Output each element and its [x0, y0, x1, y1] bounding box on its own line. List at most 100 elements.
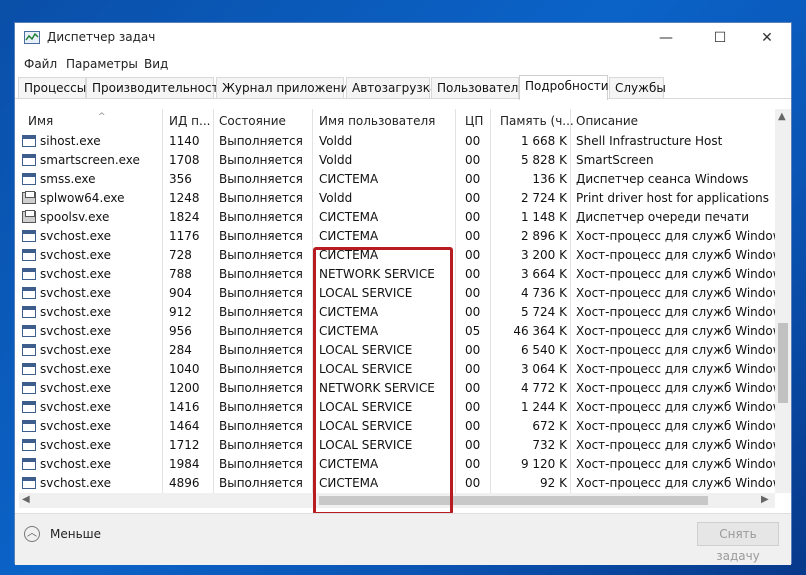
tab-users[interactable]: Пользователи — [431, 77, 526, 98]
cell-name: svchost.exe — [40, 438, 111, 452]
cell-mem: 672 K — [532, 419, 567, 433]
cell-desc: Хост-процесс для служб Windows — [576, 457, 775, 471]
vertical-scroll-thumb[interactable] — [778, 323, 788, 403]
printer-process-icon — [22, 191, 36, 204]
app-process-icon — [22, 135, 36, 147]
column-header-status[interactable]: Состояние — [219, 114, 286, 128]
cell-pid: 1200 — [169, 381, 200, 395]
tab-startup[interactable]: Автозагрузка — [346, 77, 437, 98]
cell-desc: Хост-процесс для служб Windows — [576, 362, 775, 376]
footer-bar: ︿ Меньше Снять задачу — [15, 513, 791, 565]
cell-pid: 1708 — [169, 153, 200, 167]
table-row[interactable]: sihost.exe 1140 Выполняется Voldd 00 1 668 K S… — [19, 132, 775, 151]
table-row[interactable]: splwow64.exe 1248 Выполняется Voldd 00 2 724 … — [19, 189, 775, 208]
cell-pid: 1984 — [169, 457, 200, 471]
cell-mem: 732 K — [532, 438, 567, 452]
table-row[interactable]: smartscreen.exe 1708 Выполняется Voldd 00 5 8… — [19, 151, 775, 170]
table-row[interactable]: svchost.exe 1176 Выполняется СИСТЕМА 00 2 896… — [19, 227, 775, 246]
cell-status: Выполняется — [219, 286, 303, 300]
cell-status: Выполняется — [219, 172, 303, 186]
cell-desc: Хост-процесс для служб Windows — [576, 229, 775, 243]
task-manager-window: Диспетчер задач — ☐ ✕ Файл Параметры Вид… — [14, 22, 792, 565]
cell-status: Выполняется — [219, 324, 303, 338]
sort-ascending-icon: ^ — [98, 112, 106, 122]
cell-pid: 1040 — [169, 362, 200, 376]
cell-name: svchost.exe — [40, 324, 111, 338]
cell-desc: Хост-процесс для служб Windows — [576, 324, 775, 338]
cell-name: svchost.exe — [40, 419, 111, 433]
column-header-description[interactable]: Описание — [576, 114, 638, 128]
vertical-scrollbar[interactable]: ▲ — [775, 109, 791, 493]
scroll-left-icon[interactable]: ◀ — [22, 494, 30, 505]
cell-name: svchost.exe — [40, 229, 111, 243]
cell-cpu: 05 — [465, 324, 481, 338]
cell-pid: 1464 — [169, 419, 200, 433]
cell-status: Выполняется — [219, 267, 303, 281]
cell-desc: Хост-процесс для служб Windows — [576, 248, 775, 262]
table-row[interactable]: smss.exe 356 Выполняется СИСТЕМА 00 136 K Дисп… — [19, 170, 775, 189]
maximize-button[interactable]: ☐ — [697, 23, 743, 53]
cell-pid: 1248 — [169, 191, 200, 205]
tab-details[interactable]: Подробности — [519, 75, 609, 100]
cell-name: svchost.exe — [40, 362, 111, 376]
menu-view[interactable]: Вид — [144, 57, 168, 71]
table-row[interactable]: spoolsv.exe 1824 Выполняется СИСТЕМА 00 1 148… — [19, 208, 775, 227]
tab-services[interactable]: Службы — [609, 77, 666, 98]
end-task-button[interactable]: Снять задачу — [697, 522, 779, 563]
tab-bar: Процессы Производительность Журнал прило… — [15, 75, 791, 100]
cell-desc: Хост-процесс для служб Windows — [576, 438, 775, 452]
cell-status: Выполняется — [219, 153, 303, 167]
cell-cpu: 00 — [465, 438, 481, 452]
menu-file[interactable]: Файл — [24, 57, 57, 71]
cell-user: Voldd — [319, 134, 353, 148]
cell-desc: Print driver host for applications — [576, 191, 770, 205]
scroll-up-icon[interactable]: ▲ — [778, 111, 786, 122]
column-header-name[interactable]: ^ Имя — [28, 112, 106, 128]
cell-cpu: 00 — [465, 210, 481, 224]
minimize-button[interactable]: — — [643, 23, 689, 53]
column-header-username[interactable]: Имя пользователя — [319, 114, 435, 128]
close-button[interactable]: ✕ — [744, 23, 790, 53]
cell-desc: SmartScreen — [576, 153, 654, 167]
cell-user: Voldd — [319, 153, 353, 167]
tab-app-history[interactable]: Журнал приложений — [216, 77, 356, 98]
column-header-pid[interactable]: ИД п... — [169, 114, 210, 128]
cell-desc: Хост-процесс для служб Windows — [576, 343, 775, 357]
app-process-icon — [22, 420, 36, 432]
cell-desc: Хост-процесс для служб Windows — [576, 400, 775, 414]
cell-name: smss.exe — [40, 172, 96, 186]
cell-pid: 1416 — [169, 400, 200, 414]
cell-name: svchost.exe — [40, 343, 111, 357]
cell-mem: 3 064 K — [520, 362, 567, 376]
menu-options[interactable]: Параметры — [66, 57, 138, 71]
cell-desc: Диспетчер очереди печати — [576, 210, 750, 224]
cell-name: svchost.exe — [40, 400, 111, 414]
app-process-icon — [22, 325, 36, 337]
tab-performance[interactable]: Производительность — [86, 77, 226, 98]
cell-mem: 1 244 K — [520, 400, 567, 414]
cell-cpu: 00 — [465, 134, 481, 148]
cell-user: СИСТЕМА — [319, 229, 379, 243]
app-process-icon — [22, 306, 36, 318]
cell-cpu: 00 — [465, 381, 481, 395]
column-header-cpu[interactable]: ЦП — [465, 114, 483, 128]
title-bar[interactable]: Диспетчер задач — ☐ ✕ — [15, 23, 791, 53]
cell-name: svchost.exe — [40, 267, 111, 281]
column-header-memory[interactable]: Память (ч... — [500, 114, 574, 128]
cell-cpu: 00 — [465, 305, 481, 319]
cell-pid: 1712 — [169, 438, 200, 452]
cell-mem: 1 148 K — [520, 210, 567, 224]
cell-cpu: 00 — [465, 286, 481, 300]
cell-status: Выполняется — [219, 476, 303, 490]
cell-name: smartscreen.exe — [40, 153, 140, 167]
cell-pid: 4896 — [169, 476, 200, 490]
cell-cpu: 00 — [465, 191, 481, 205]
scroll-right-icon[interactable]: ▶ — [761, 494, 769, 505]
cell-status: Выполняется — [219, 134, 303, 148]
tab-processes[interactable]: Процессы — [18, 77, 86, 98]
app-process-icon — [22, 382, 36, 394]
cell-user: Voldd — [319, 191, 353, 205]
cell-status: Выполняется — [219, 457, 303, 471]
cell-name: spoolsv.exe — [40, 210, 110, 224]
cell-cpu: 00 — [465, 229, 481, 243]
